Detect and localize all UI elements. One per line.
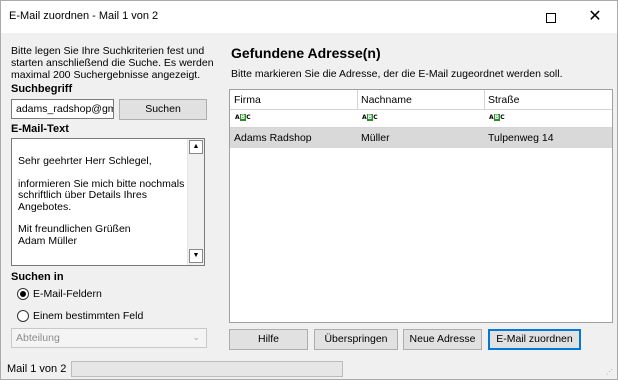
email-signature: Adam Müller [18,234,77,247]
email-text-content: Sehr geehrter Herr Schlegel, informieren… [18,139,186,247]
email-text-scrollbar[interactable]: ▲ ▼ [187,139,204,265]
close-icon: ✕ [588,8,602,25]
resize-grip-icon[interactable]: ⋰ [606,368,613,376]
table-row[interactable]: Adams Radshop Müller Tulpenweg 14 [230,128,612,148]
field-select[interactable]: Abteilung ⌄ [11,328,207,348]
chevron-down-icon: ⌄ [192,332,200,342]
abc-filter-icon[interactable]: ABC [489,114,505,121]
field-select-value: Abteilung [16,332,60,344]
maximize-icon [546,12,556,23]
radio-checked-icon [17,288,29,301]
skip-button[interactable]: Überspringen [314,329,398,350]
progress-bar [71,361,343,377]
close-button[interactable]: ✕ [573,1,617,33]
grid-header: Firma Nachname Straße [230,90,612,110]
status-text: Mail 1 von 2 [7,363,67,375]
search-instructions: Bitte legen Sie Ihre Suchkriterien fest … [11,45,214,81]
help-button[interactable]: Hilfe [229,329,308,350]
column-header-strasse[interactable]: Straße [488,94,520,106]
scroll-down-icon[interactable]: ▼ [189,249,203,263]
column-header-firma[interactable]: Firma [234,94,261,106]
scroll-up-icon[interactable]: ▲ [189,140,203,154]
radio-unchecked-icon [17,310,29,323]
email-text-label: E-Mail-Text [11,123,69,135]
new-address-button[interactable]: Neue Adresse [403,329,482,350]
results-heading: Gefundene Adresse(n) [231,45,381,61]
cell-strasse: Tulpenweg 14 [488,132,554,144]
search-input[interactable]: adams_radshop@gm [11,99,114,119]
search-in-label: Suchen in [11,271,64,283]
address-grid[interactable]: Firma Nachname Straße ABC ABC ABC Adams … [229,89,613,323]
title-bar: E-Mail zuordnen - Mail 1 von 2 ✕ [1,1,617,33]
abc-filter-icon[interactable]: ABC [362,114,378,121]
filter-row[interactable]: ABC ABC ABC [230,110,612,128]
radio-email-fields[interactable]: E-Mail-Feldern [17,288,102,301]
column-divider[interactable] [357,90,358,110]
cell-firma: Adams Radshop [234,132,312,144]
cell-nachname: Müller [361,132,390,144]
window-title: E-Mail zuordnen - Mail 1 von 2 [9,10,159,22]
search-button[interactable]: Suchen [119,99,207,120]
email-text-area[interactable]: Sehr geehrter Herr Schlegel, informieren… [11,138,205,266]
radio-email-fields-label: E-Mail-Feldern [33,288,102,300]
search-term-label: Suchbegriff [11,83,73,95]
email-greeting: Sehr geehrter Herr Schlegel, [18,155,152,167]
dialog-window: E-Mail zuordnen - Mail 1 von 2 ✕ Bitte l… [0,0,618,380]
abc-filter-icon[interactable]: ABC [235,114,251,121]
assign-email-button[interactable]: E-Mail zuordnen [488,329,581,350]
column-divider[interactable] [484,90,485,110]
email-body: informieren Sie mich bitte nochmals schr… [18,177,185,213]
column-header-nachname[interactable]: Nachname [361,94,412,106]
results-subtitle: Bitte markieren Sie die Adresse, der die… [231,68,563,80]
email-closing: Mit freundlichen Grüßen [18,223,131,235]
radio-specific-field-label: Einem bestimmten Feld [33,310,144,322]
radio-specific-field[interactable]: Einem bestimmten Feld [17,310,144,323]
maximize-button[interactable] [529,1,573,33]
